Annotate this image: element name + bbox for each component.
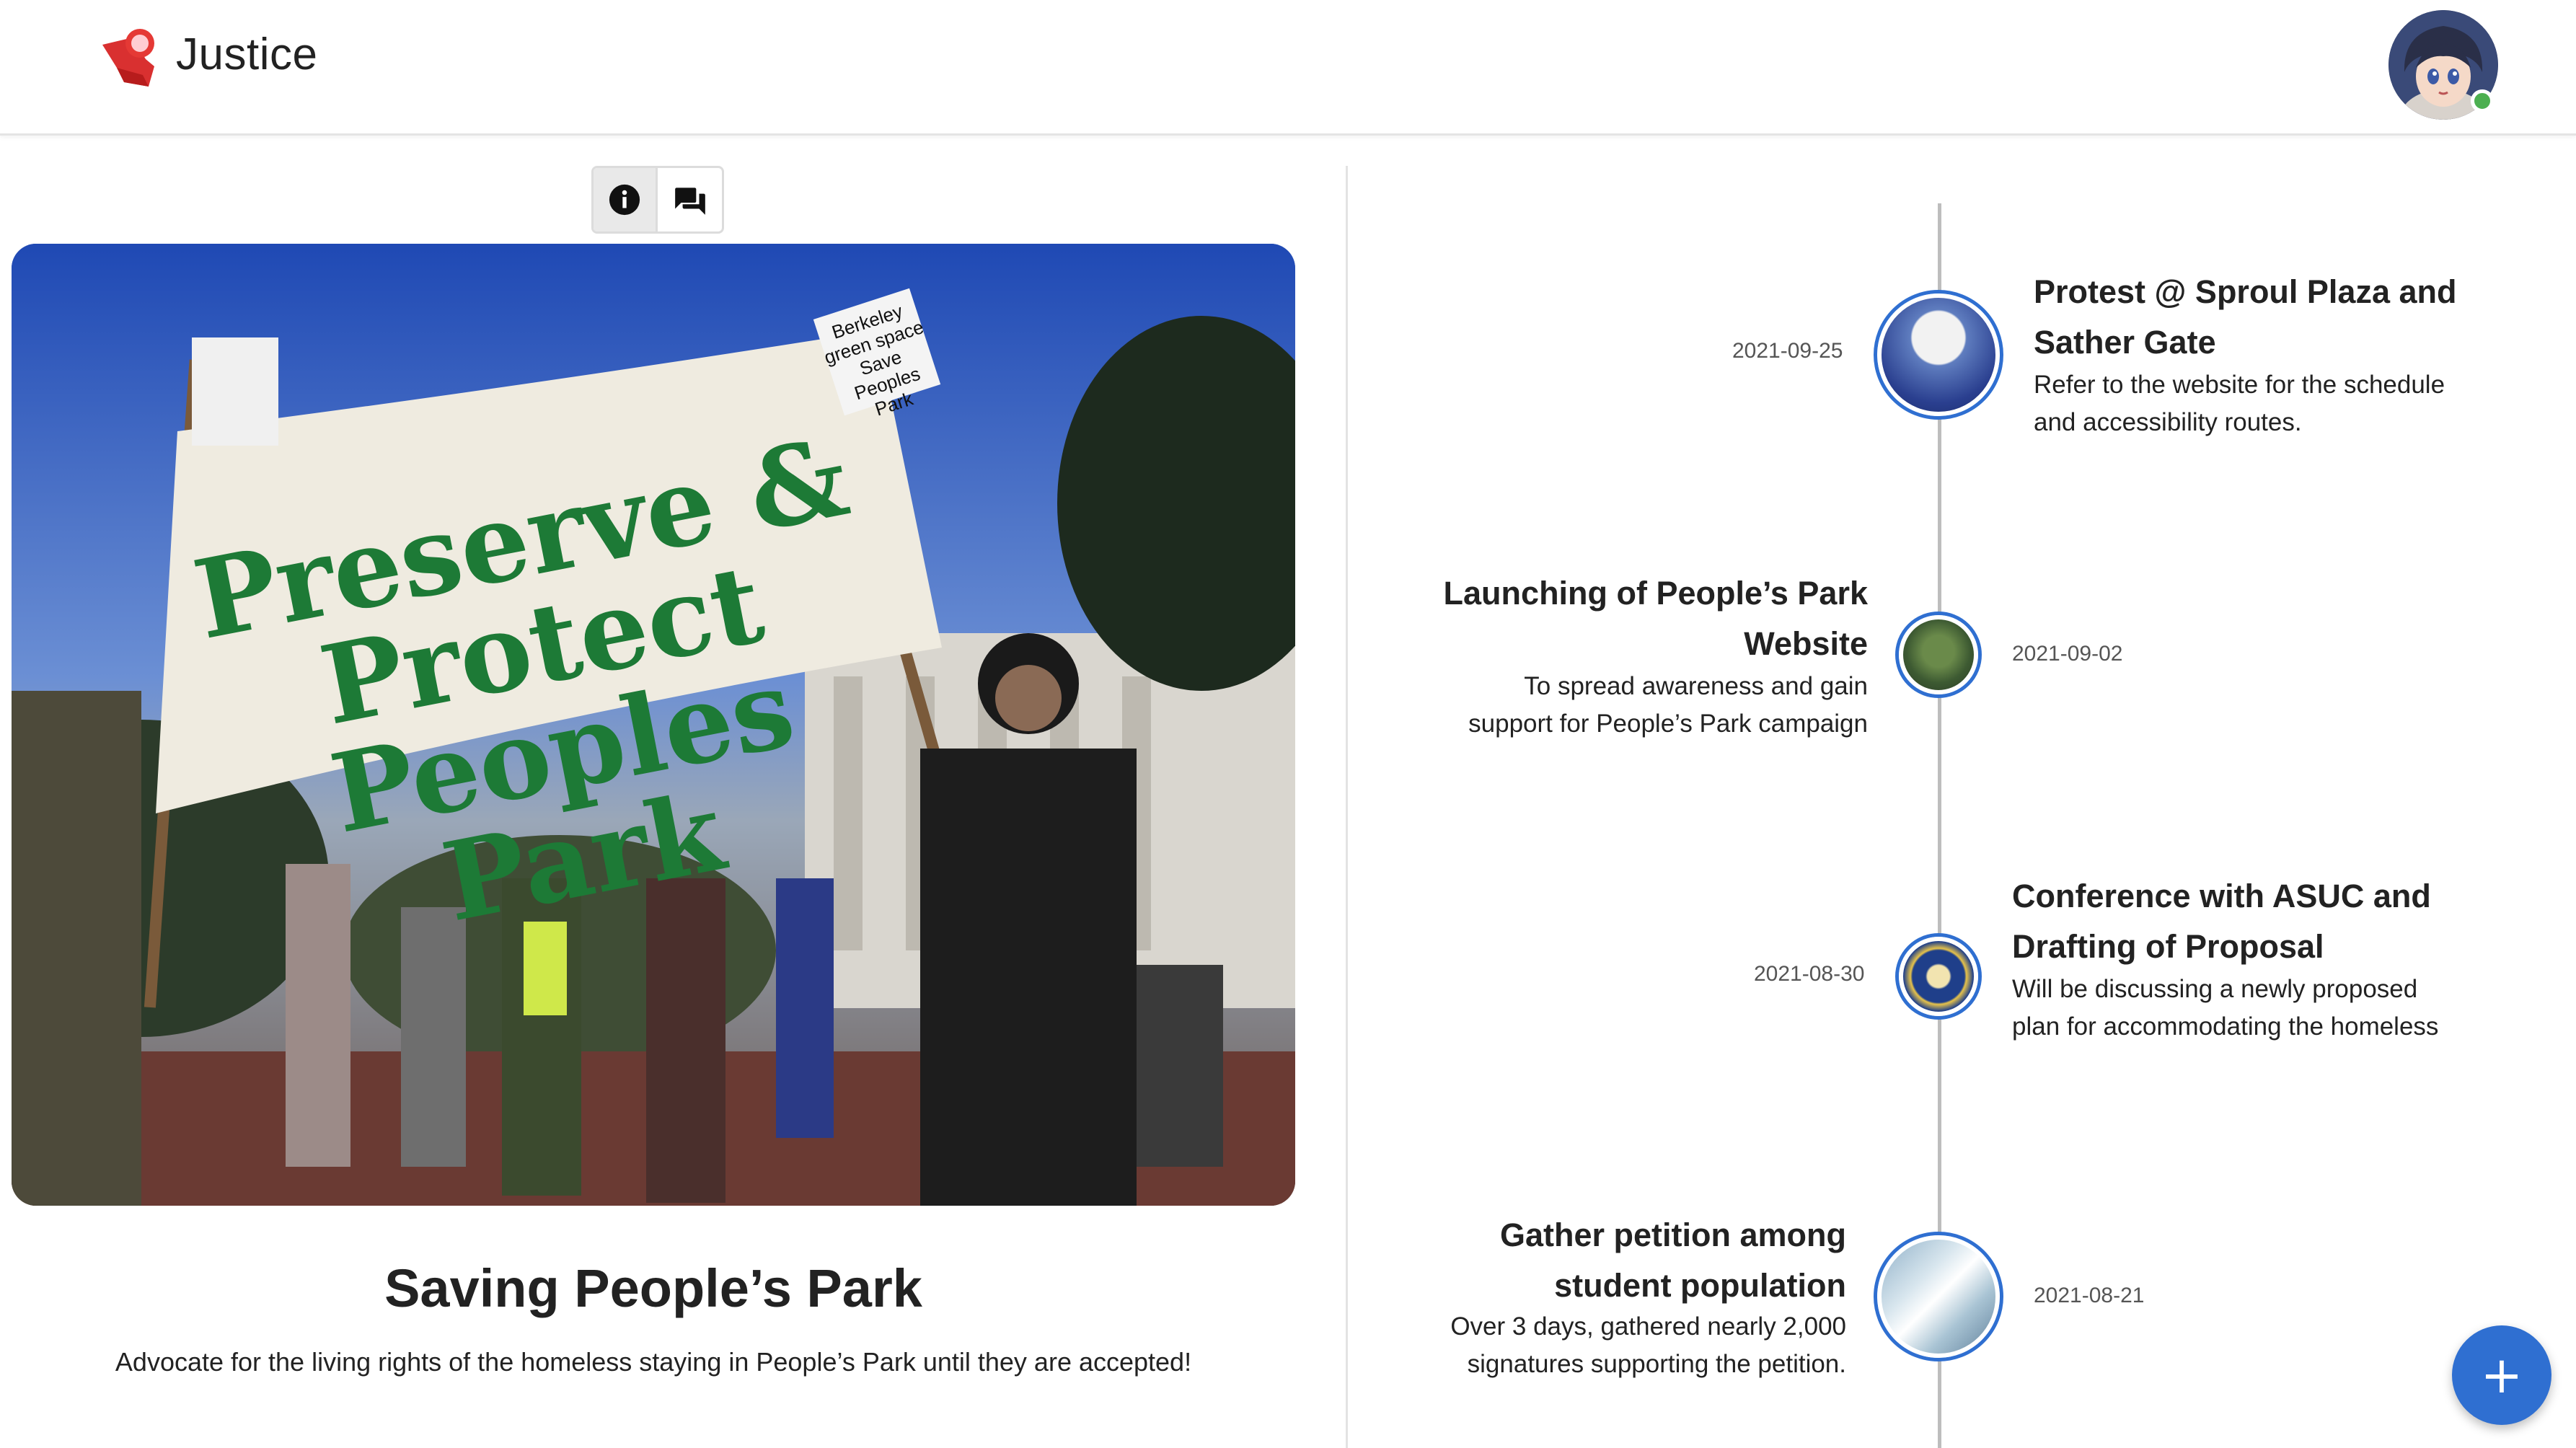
timeline-date: 2021-09-25 (1732, 339, 1843, 363)
timeline-title: Conference with ASUC and Drafting of Pro… (2012, 878, 2431, 965)
timeline-node-1[interactable] (1874, 290, 2003, 420)
campaign-image: Preserve & Protect Peoples Park Berkeley… (12, 244, 1295, 1206)
timeline-description: Over 3 days, gathered nearly 2,000 signa… (1450, 1312, 1846, 1378)
online-status-indicator (2471, 89, 2494, 112)
panel-divider (1346, 166, 1348, 1448)
app-title[interactable]: Justice (176, 29, 317, 80)
event-thumbnail (1877, 1235, 2000, 1358)
timeline-node-2[interactable] (1895, 612, 1982, 698)
asuc-seal-icon (1899, 937, 1978, 1016)
timeline-description: To spread awareness and gain support for… (1468, 672, 1868, 738)
view-toggle (591, 166, 724, 234)
timeline-date: 2021-09-02 (2012, 642, 2123, 666)
app-header: Justice (0, 0, 2576, 136)
campaign-description: Advocate for the living rights of the ho… (115, 1347, 1192, 1377)
timeline-title: Gather petition among student population (1499, 1217, 1846, 1304)
timeline-description: Will be discussing a newly proposed plan… (2012, 975, 2439, 1041)
add-event-button[interactable]: + (2452, 1325, 2551, 1425)
timeline-node-4[interactable] (1874, 1232, 2003, 1361)
timeline-date: 2021-08-21 (2034, 1284, 2145, 1307)
timeline-description: Refer to the website for the schedule an… (2034, 371, 2445, 436)
app-logo-icon[interactable] (95, 25, 164, 94)
event-thumbnail (1877, 293, 2000, 416)
info-toggle-button[interactable] (594, 168, 658, 231)
timeline-title: Protest @ Sproul Plaza and Sather Gate (2034, 273, 2457, 361)
campaign-title: Saving People’s Park (384, 1258, 922, 1318)
chat-icon (674, 187, 705, 215)
info-icon (609, 184, 640, 216)
timeline-title: Launching of People’s Park Website (1443, 575, 1868, 662)
chat-toggle-button[interactable] (658, 168, 722, 231)
event-thumbnail (1899, 615, 1978, 694)
timeline-node-3[interactable] (1895, 933, 1982, 1020)
timeline-date: 2021-08-30 (1754, 962, 1865, 986)
